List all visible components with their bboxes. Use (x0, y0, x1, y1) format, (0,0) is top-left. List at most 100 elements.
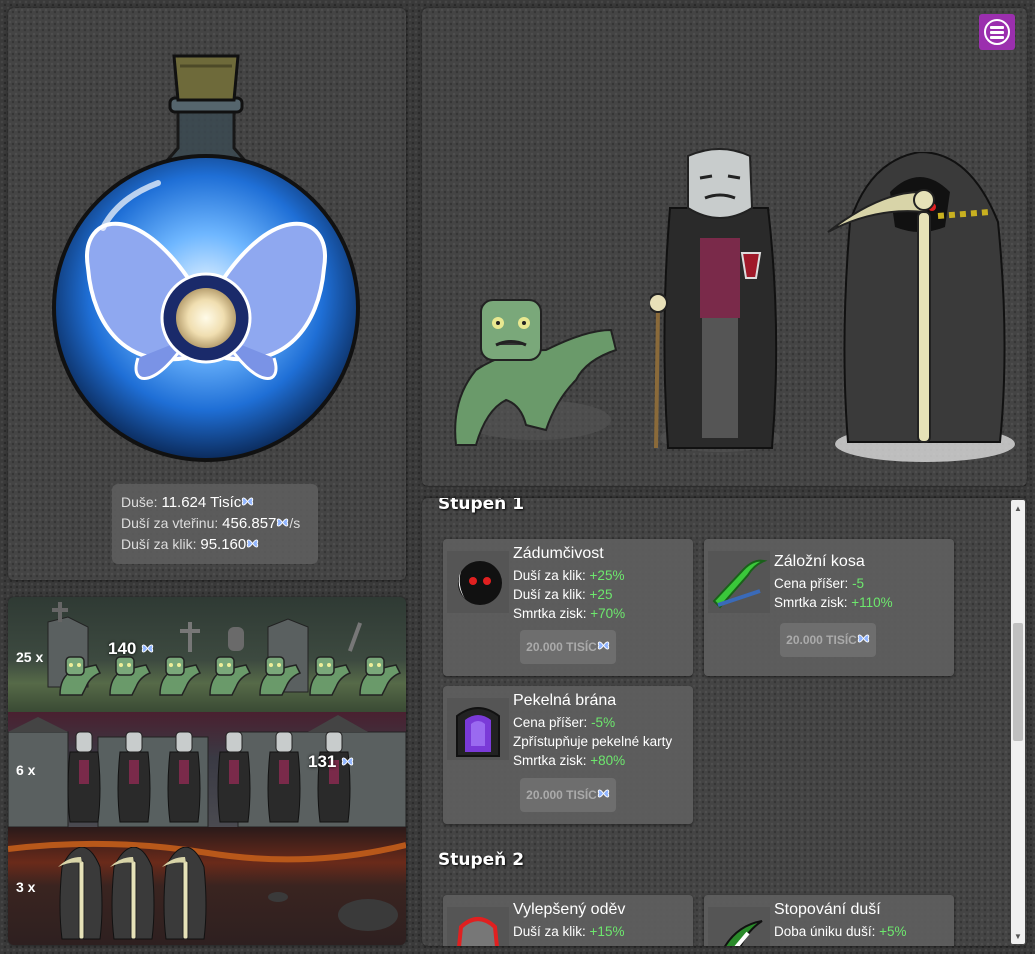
stat-label: Smrtka zisk: (513, 606, 587, 621)
hooded-skull-icon (447, 551, 509, 613)
zombie-count: 25 x (16, 649, 44, 665)
robe-icon (447, 907, 509, 946)
soul-flask-panel: Duše: 11.624 Tisíc Duší za vteřinu: 456.… (8, 8, 406, 580)
buy-button[interactable]: 20.000 TISÍC (520, 630, 616, 664)
per-click-value: 95.160 (200, 536, 247, 553)
zombie-soul-popup: 140 (108, 639, 154, 659)
zombie-unit (109, 656, 152, 696)
upgrade-title: Vylepšený oděv (513, 901, 626, 918)
upgrade-stat: Smrtka zisk: +80% (513, 753, 625, 768)
upgrade-stat: Duší za klik: +15% (513, 924, 624, 939)
upgrade-stat: Duší za klik: +25 (513, 587, 612, 602)
souls-stat: Duše: 11.624 Tisíc (121, 492, 309, 513)
soul-icon (597, 789, 610, 798)
reaper-monster[interactable] (820, 152, 1030, 462)
zombie-crowd (56, 655, 406, 699)
stat-value: +15% (589, 924, 625, 939)
vampire-soul-popup: 131 (308, 752, 354, 772)
soul-icon (341, 757, 354, 766)
buy-button[interactable]: 20.000 TISÍC (780, 623, 876, 657)
vampire-unit (217, 731, 251, 823)
stat-label: Duší za klik: (513, 568, 586, 583)
stat-value: -5% (591, 715, 616, 730)
vampire-monster[interactable] (650, 148, 790, 458)
scythe-icon (708, 551, 770, 613)
zombie-unit (309, 656, 352, 696)
upgrade-stat: Cena příšer: -5% (513, 715, 615, 730)
stat-label: Zpřístupňuje pekelné karty (513, 734, 673, 749)
souls-label: Duše: (121, 494, 158, 510)
stat-label: Cena příšer: (774, 576, 849, 591)
scroll-down-arrow[interactable]: ▼ (1013, 932, 1023, 942)
upgrade-title: Zádumčivost (513, 545, 604, 562)
zombie-unit (159, 656, 202, 696)
upgrade-stat: Cena příšer: -5 (774, 576, 864, 591)
stat-value: +25% (589, 568, 625, 583)
upgrade-card-vylepseny-odev[interactable]: Vylepšený oděv Duší za klik: +15% (443, 895, 693, 946)
vampire-unit (317, 731, 351, 823)
soul-stats: Duše: 11.624 Tisíc Duší za vteřinu: 456.… (112, 484, 318, 564)
upgrade-card-zadumcivost[interactable]: Zádumčivost Duší za klik: +25% Duší za k… (443, 539, 693, 676)
vampire-row: 6 x 131 (8, 712, 406, 827)
zombie-unit (209, 656, 252, 696)
stat-label: Duší za klik: (513, 924, 586, 939)
vampire-soul-popup-value: 131 (308, 752, 337, 771)
vampire-unit (117, 731, 151, 823)
per-second-unit: /s (289, 515, 301, 531)
soul-icon (141, 644, 154, 653)
stat-label: Smrtka zisk: (513, 753, 587, 768)
scrollbar-thumb[interactable] (1013, 623, 1023, 741)
price-label: 20.000 TISÍC (786, 633, 857, 647)
soul-icon (242, 497, 254, 506)
buy-button[interactable]: 20.000 TISÍC (520, 778, 616, 812)
per-second-value: 456.857 (222, 515, 277, 532)
tier-1-heading: Stupeň 1 (438, 498, 525, 514)
stat-value: +25 (589, 587, 613, 602)
reaper-count: 3 x (16, 879, 36, 895)
soul-icon (857, 634, 870, 643)
soul-flask[interactable] (8, 8, 406, 478)
price-label: 20.000 TISÍC (526, 788, 597, 802)
upgrade-stat: Smrtka zisk: +70% (513, 606, 625, 621)
reaper-unit (162, 847, 207, 940)
stat-label: Cena příšer: (513, 715, 588, 730)
scroll-up-arrow[interactable]: ▲ (1013, 504, 1023, 514)
reaper-crowd (56, 847, 236, 942)
vampire-count: 6 x (16, 762, 36, 778)
stat-value: +110% (851, 595, 893, 610)
hell-gate-icon (447, 698, 509, 760)
reaper-unit (110, 847, 155, 940)
tracking-icon (708, 907, 770, 946)
stat-value: -5 (852, 576, 865, 591)
upgrade-card-zalozni-kosa[interactable]: Záložní kosa Cena příšer: -5 Smrtka zisk… (704, 539, 954, 676)
soul-icon (247, 539, 259, 548)
per-second-label: Duší za vteřinu: (121, 515, 219, 531)
soul-icon (597, 641, 610, 650)
upgrade-stat: Doba úniku duší: +5% (774, 924, 907, 939)
reaper-row: 3 x (8, 827, 406, 945)
upgrade-card-stopovani-dusi[interactable]: Stopování duší Doba úniku duší: +5% (704, 895, 954, 946)
stat-label: Duší za klik: (513, 587, 586, 602)
zombie-monster[interactable] (436, 290, 636, 460)
upgrades-panel[interactable]: Stupeň 1 Zádumčivost Duší za klik: +25% … (422, 498, 1027, 946)
souls-value: 11.624 Tisíc (161, 494, 242, 511)
menu-icon (984, 19, 1010, 45)
upgrade-stat: Smrtka zisk: +110% (774, 595, 893, 610)
stat-value: +70% (590, 606, 626, 621)
zombie-soul-popup-value: 140 (108, 639, 137, 658)
stat-value: +5% (879, 924, 907, 939)
stat-label: Doba úniku duší: (774, 924, 876, 939)
vampire-unit (267, 731, 301, 823)
vampire-unit (67, 731, 101, 823)
stat-label: Smrtka zisk: (774, 595, 848, 610)
menu-button[interactable] (979, 14, 1015, 50)
price-label: 20.000 TISÍC (526, 640, 597, 654)
zombie-unit (259, 656, 302, 696)
upgrade-card-pekelna-brana[interactable]: Pekelná brána Cena příšer: -5% Zpřístupň… (443, 686, 693, 824)
upgrade-title: Záložní kosa (774, 553, 865, 570)
per-click-stat: Duší za klik: 95.160 (121, 534, 309, 555)
upgrade-title: Pekelná brána (513, 692, 617, 709)
upgrade-stat: Zpřístupňuje pekelné karty (513, 734, 672, 749)
zombie-unit (59, 656, 102, 696)
upgrade-stat: Duší za klik: +25% (513, 568, 624, 583)
